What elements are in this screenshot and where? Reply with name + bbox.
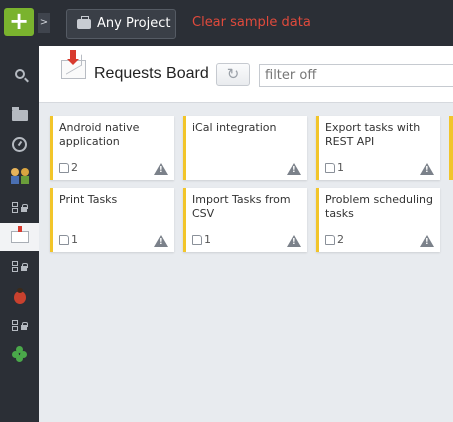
refresh-button[interactable]: ↻ [216,63,250,86]
thumbs-up-icon [325,162,335,173]
board-header: Requests Board ↻ [39,46,453,103]
sidebar-item-requests[interactable] [0,223,39,251]
warning-icon [287,163,301,175]
gauge-icon [12,136,27,152]
project-selector[interactable]: Any Project [66,9,176,39]
request-card[interactable]: Export tasks with REST API 1 [316,116,440,180]
card-title: Android native application [59,121,140,148]
sidebar-item-private-board-3[interactable] [0,312,39,340]
sidebar-item-people[interactable] [0,162,39,190]
sidebar-item-private-board-2[interactable] [0,253,39,281]
warning-icon [420,163,434,175]
thumbs-up-icon [325,234,335,245]
card-votes: 1 [325,161,344,174]
download-arrow-icon [67,50,79,65]
briefcase-icon [77,16,91,29]
card-title: Problem scheduling tasks [325,193,434,220]
thumbs-up-icon [192,234,202,245]
vote-count: 1 [71,233,78,246]
sidebar [0,46,39,422]
card-title: iCal integration [192,121,277,134]
add-button[interactable]: + [4,8,34,36]
bug-icon [13,287,26,304]
locked-board-icon [11,261,29,273]
card-title: Print Tasks [59,193,118,206]
people-icon [10,167,30,185]
vote-count: 2 [71,161,78,174]
thumbs-up-icon [59,162,69,173]
locked-board-icon [11,320,29,332]
clover-icon [11,346,28,362]
filter-input[interactable] [259,64,453,87]
card-title: Import Tasks from CSV [192,193,291,220]
request-card[interactable]: iCal integration [183,116,307,180]
card-votes: 2 [325,233,344,246]
request-card[interactable]: Android native application 2 [50,116,174,180]
sidebar-item-folders[interactable] [0,101,39,129]
vote-count: 2 [337,233,344,246]
sidebar-item-dashboard[interactable] [0,130,39,158]
sidebar-item-clover[interactable] [0,340,39,368]
top-bar: + > Any Project Clear sample data [0,0,453,46]
mail-icon [10,226,29,243]
search-icon [14,69,25,79]
warning-icon [154,163,168,175]
request-card[interactable]: Problem scheduling tasks 2 [316,188,440,252]
warning-icon [287,235,301,247]
clear-sample-data-link[interactable]: Clear sample data [192,15,311,30]
card-votes: 1 [59,233,78,246]
card-title: Export tasks with REST API [325,121,421,148]
vote-count: 1 [204,233,211,246]
folder-icon [11,106,28,121]
sidebar-item-bugs[interactable] [0,283,39,311]
thumbs-up-icon [59,234,69,245]
request-card[interactable]: Import Tasks from CSV 1 [183,188,307,252]
sidebar-item-search[interactable] [0,60,39,88]
vote-count: 1 [337,161,344,174]
card-votes: 1 [192,233,211,246]
warning-icon [154,235,168,247]
request-card-partial[interactable] [449,116,453,180]
project-selector-label: Any Project [97,16,171,31]
request-card[interactable]: Print Tasks 1 [50,188,174,252]
page-title: Requests Board [94,65,209,82]
expand-sidebar-button[interactable]: > [38,13,50,33]
card-votes: 2 [59,161,78,174]
warning-icon [420,235,434,247]
locked-board-icon [11,202,29,214]
sidebar-item-private-board-1[interactable] [0,194,39,222]
